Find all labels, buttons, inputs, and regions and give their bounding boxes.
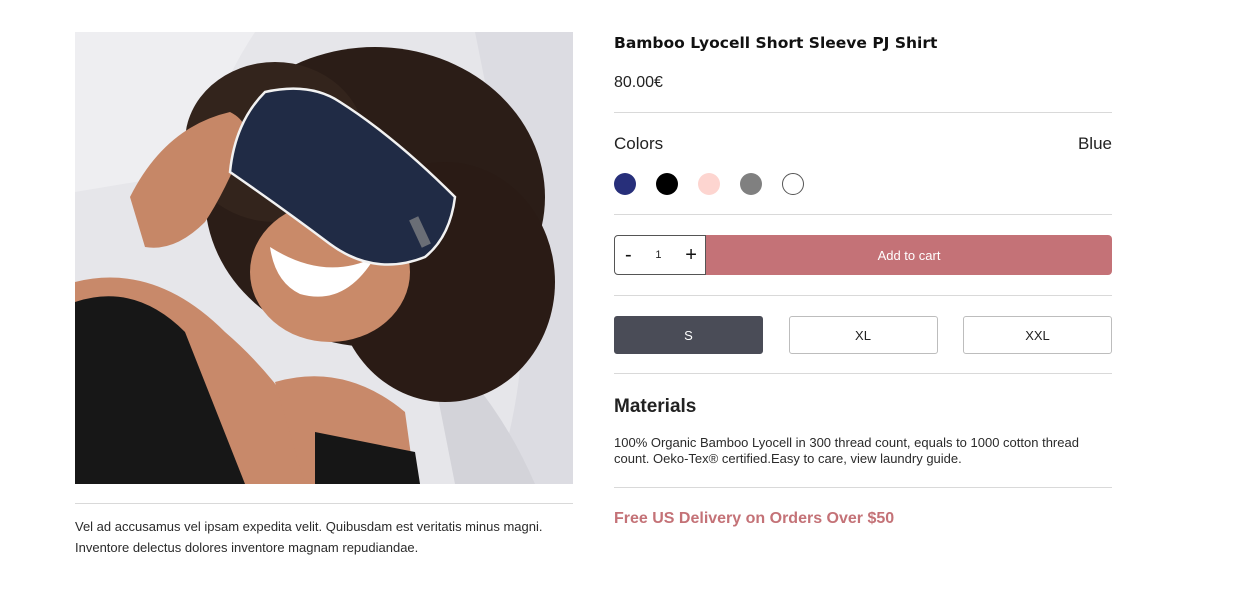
- quantity-value[interactable]: 1: [655, 249, 661, 261]
- size-option-s[interactable]: S: [614, 316, 763, 354]
- divider: [614, 487, 1112, 488]
- color-swatch-white[interactable]: [782, 173, 804, 195]
- color-swatches: [614, 173, 1112, 195]
- colors-header: Colors Blue: [614, 133, 1112, 155]
- quantity-stepper: - 1 +: [614, 235, 706, 275]
- decrease-quantity-button[interactable]: -: [625, 245, 632, 265]
- size-option-xl[interactable]: XL: [788, 316, 938, 354]
- size-option-xxl[interactable]: XXL: [963, 316, 1112, 354]
- product-media: Vel ad accusamus vel ipsam expedita veli…: [75, 32, 573, 558]
- divider: [614, 373, 1112, 374]
- color-swatch-grey[interactable]: [740, 173, 762, 195]
- color-swatch-blue[interactable]: [614, 173, 636, 195]
- materials-title: Materials: [614, 396, 697, 417]
- product-photo: [75, 32, 573, 484]
- product-price: 80.00€: [614, 74, 663, 91]
- delivery-banner: Free US Delivery on Orders Over $50: [614, 510, 895, 527]
- divider: [614, 112, 1112, 113]
- divider: [614, 214, 1112, 215]
- color-swatch-pink[interactable]: [698, 173, 720, 195]
- left-divider: [75, 503, 573, 504]
- colors-label: Colors: [614, 134, 664, 153]
- increase-quantity-button[interactable]: +: [685, 245, 697, 265]
- product-details: Bamboo Lyocell Short Sleeve PJ Shirt 80.…: [614, 32, 1112, 530]
- product-description: Vel ad accusamus vel ipsam expedita veli…: [75, 519, 543, 555]
- divider: [614, 295, 1112, 296]
- selected-color-name: Blue: [1077, 134, 1112, 153]
- size-options: S XL XXL: [614, 316, 1112, 354]
- materials-text: 100% Organic Bamboo Lyocell in 300 threa…: [614, 435, 1079, 466]
- product-title: Bamboo Lyocell Short Sleeve PJ Shirt: [614, 34, 938, 52]
- add-to-cart-button[interactable]: Add to cart: [706, 235, 1112, 275]
- color-swatch-black[interactable]: [656, 173, 678, 195]
- cart-row: - 1 + Add to cart: [614, 235, 1112, 275]
